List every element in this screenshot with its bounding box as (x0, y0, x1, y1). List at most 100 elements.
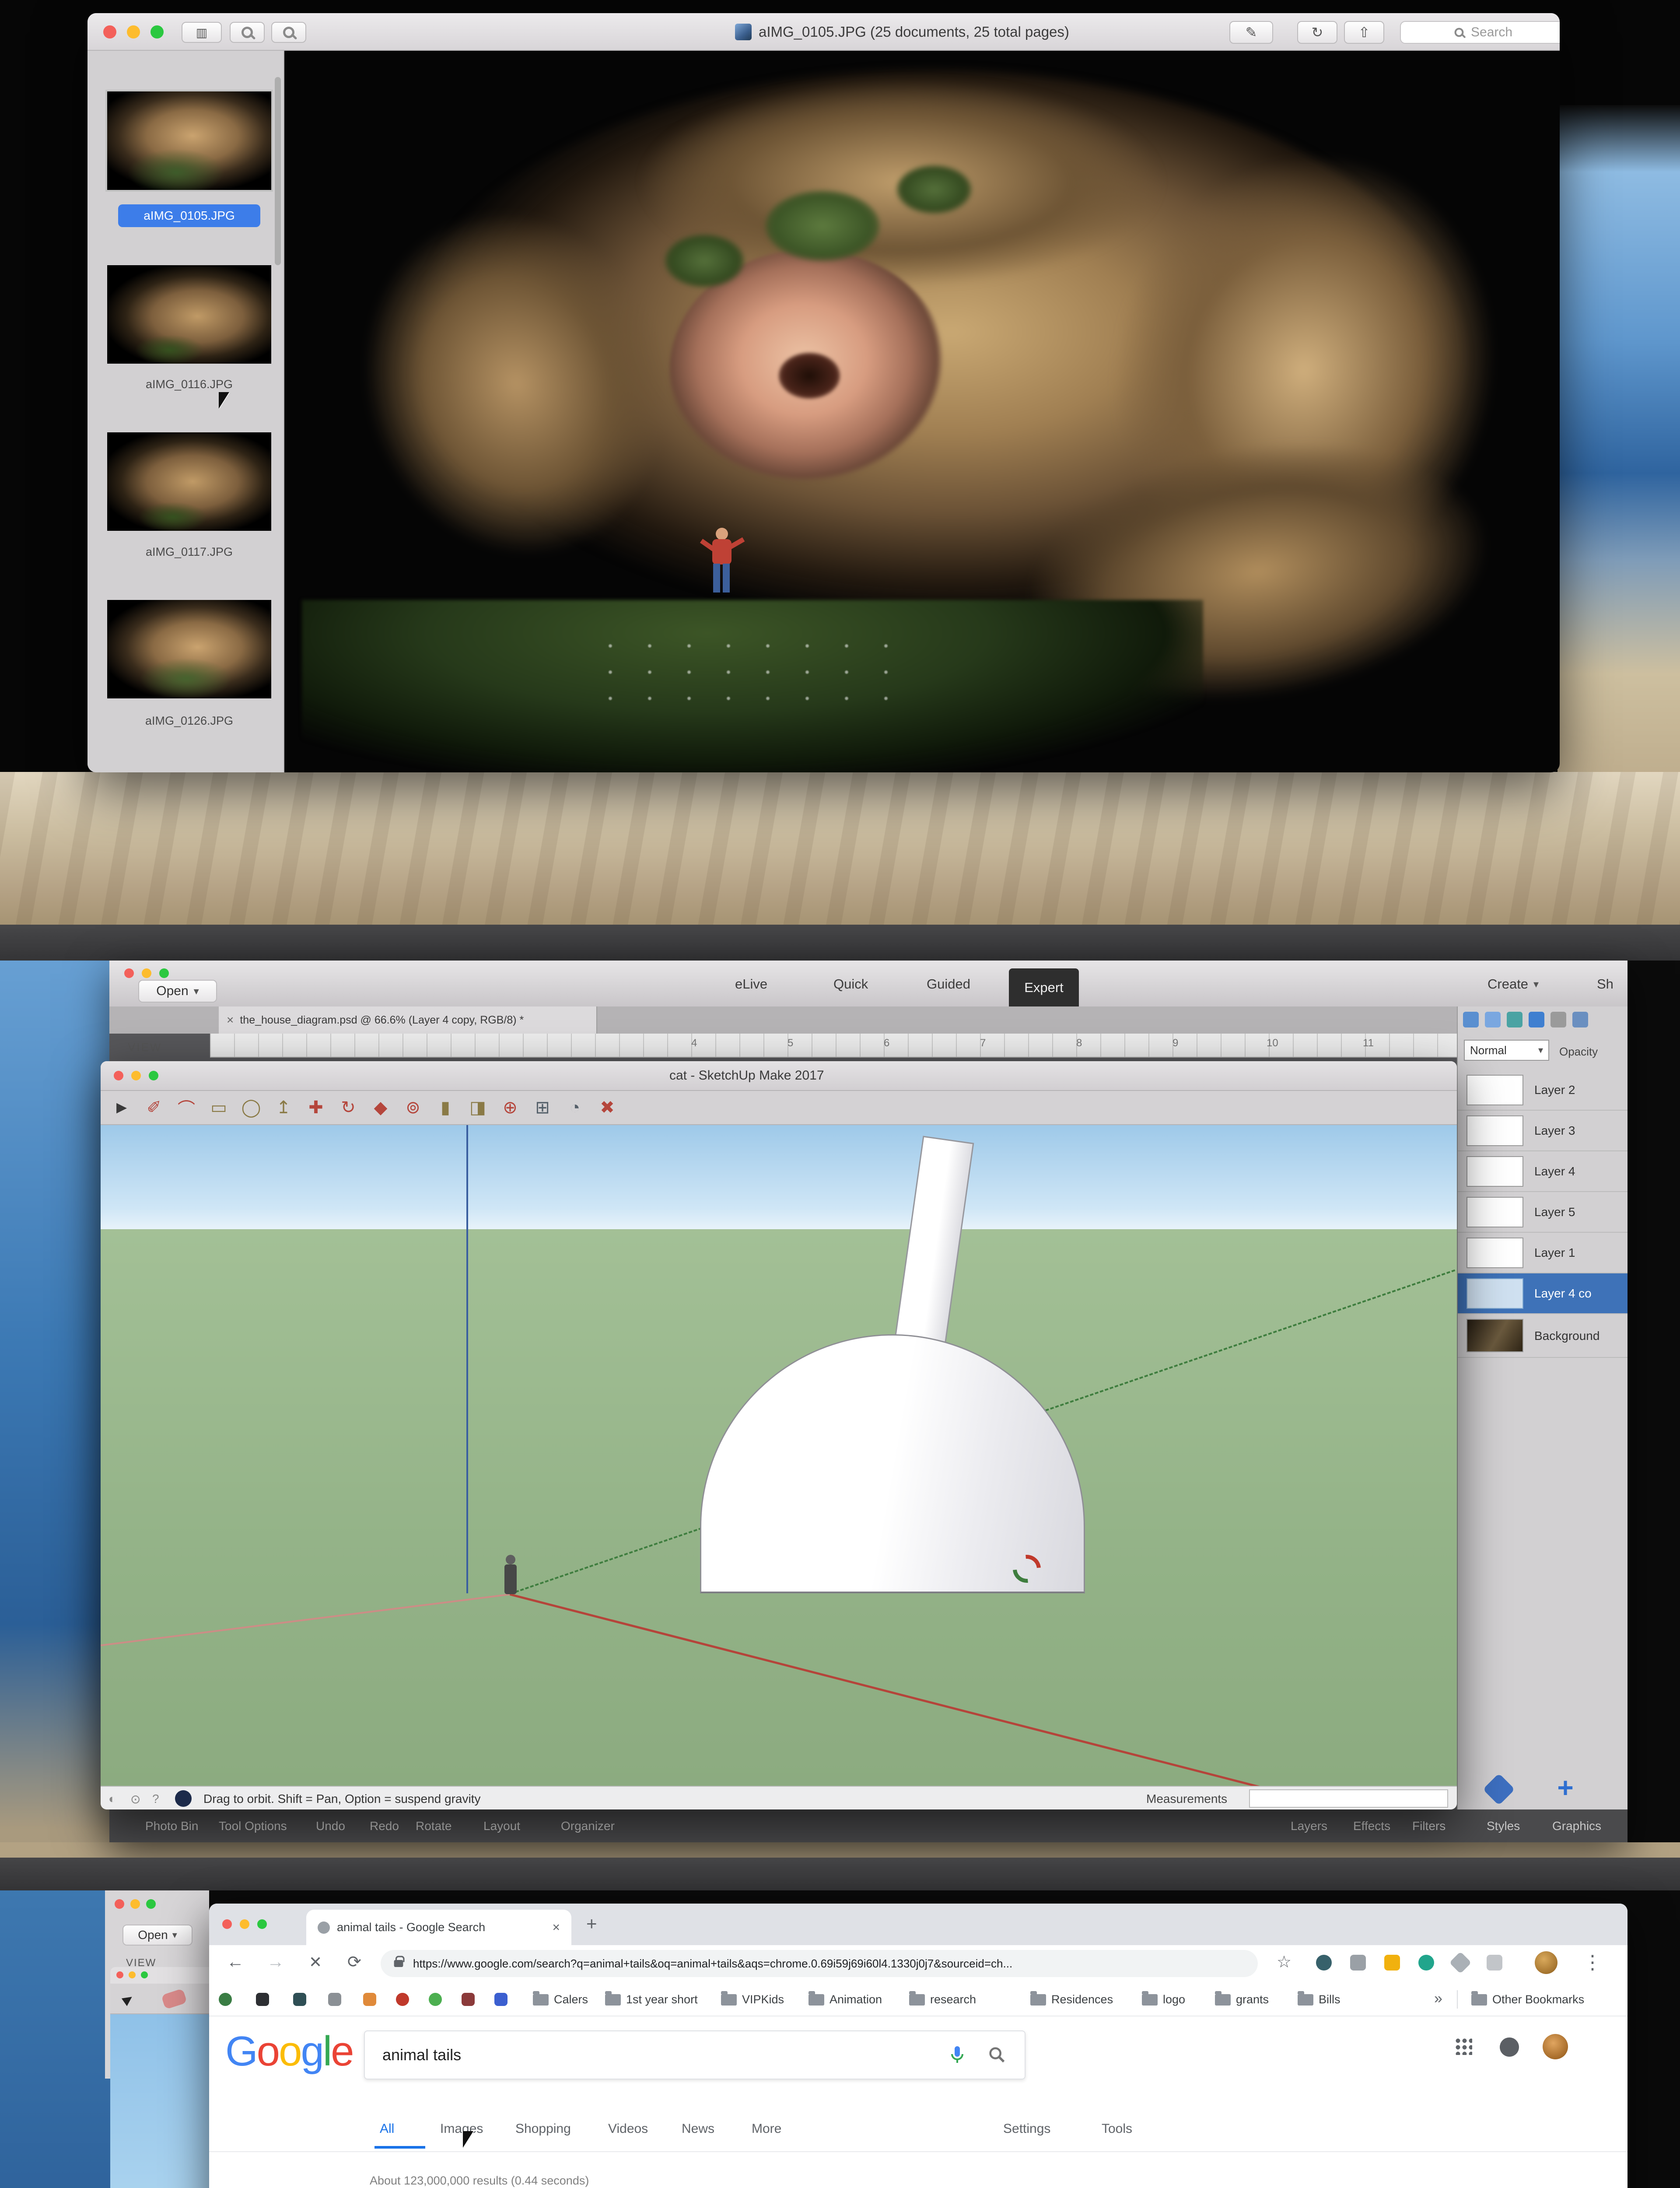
layers-list[interactable]: Layer 2 Layer 3 Layer 4 Layer 5 Layer 1 … (1458, 1070, 1628, 1420)
share-button-clipped[interactable]: Sh (1597, 976, 1614, 992)
layer-row[interactable]: Layer 4 (1458, 1151, 1628, 1192)
minimize-window-button[interactable] (127, 25, 140, 39)
titlebar[interactable] (110, 1967, 209, 1984)
close-window-button[interactable] (103, 25, 116, 39)
bookmark-favicon[interactable] (494, 1993, 508, 2006)
layer-thumbnail[interactable] (1466, 1238, 1523, 1268)
tab-close-icon[interactable]: × (552, 1920, 560, 1935)
tab-shopping[interactable]: Shopping (515, 2121, 571, 2136)
omnibox[interactable]: https://www.google.com/search?q=animal+t… (381, 1950, 1258, 1977)
layer-row[interactable]: Layer 2 (1458, 1070, 1628, 1111)
bookmark-favicon[interactable] (363, 1993, 376, 2006)
sidebar-scrollbar[interactable] (275, 77, 281, 265)
tab-quick[interactable]: Quick (833, 976, 868, 992)
close-window-button[interactable] (116, 1971, 123, 1978)
preview-window[interactable]: ▥ aIMG_0105.JPG (25 documents, 25 total … (88, 13, 1560, 772)
thumbnail-item[interactable] (107, 600, 271, 698)
bookmarks-bar[interactable]: Calers 1st year short VIPKids Animation … (209, 1982, 1628, 2016)
bookmark-folder-item[interactable]: Calers (533, 1993, 588, 2006)
zoom-window-button[interactable] (150, 25, 164, 39)
scale-tool-icon[interactable]: ◆ (368, 1094, 394, 1121)
undo-button[interactable]: Undo (316, 1819, 345, 1833)
bookmark-folder-item[interactable]: research (909, 1993, 976, 2006)
tab-elive[interactable]: eLive (735, 976, 767, 992)
push-pull-tool-icon[interactable]: ↥ (270, 1094, 297, 1121)
bookmark-favicon[interactable] (219, 1993, 232, 2006)
bookmark-favicon[interactable] (328, 1993, 341, 2006)
bookmark-folder-item[interactable]: grants (1215, 1993, 1269, 2006)
layers-panel-toolbar[interactable] (1463, 1012, 1588, 1027)
extension-icon[interactable] (1418, 1955, 1434, 1971)
menu-bar[interactable] (0, 925, 1680, 961)
bookmark-favicon[interactable] (256, 1993, 269, 2006)
extensions-row[interactable] (1316, 1955, 1502, 1971)
sidebar-toggle-button[interactable]: ▥ (182, 22, 222, 43)
zoom-window-button[interactable] (146, 1899, 156, 1909)
credits-icon[interactable]: ⊙ (130, 1792, 140, 1806)
preview-titlebar[interactable]: ▥ aIMG_0105.JPG (25 documents, 25 total … (88, 13, 1560, 51)
close-window-button[interactable] (115, 1899, 124, 1909)
mic-icon[interactable] (947, 2044, 968, 2065)
blend-mode-select[interactable]: Normal ▾ (1464, 1040, 1549, 1061)
google-search-box[interactable]: animal tails (364, 2030, 1026, 2079)
close-window-button[interactable] (114, 1071, 123, 1080)
share-button[interactable]: ⇧ (1344, 21, 1384, 44)
document-tab[interactable]: × the_house_diagram.psd @ 66.6% (Layer 4… (219, 1006, 597, 1034)
zoom-window-button[interactable] (159, 968, 169, 978)
effects-panel-button[interactable]: Effects (1353, 1819, 1390, 1833)
active-tab[interactable]: animal tails - Google Search × (306, 1910, 571, 1945)
pse-layers-panel[interactable]: Normal ▾ Opacity Layer 2 Layer 3 Layer 4… (1457, 1006, 1628, 1809)
tab-images[interactable]: Images (440, 2121, 483, 2136)
help-icon[interactable]: ? (152, 1792, 159, 1806)
line-tool-icon[interactable]: ✐ (141, 1094, 167, 1121)
select-tool-icon[interactable]: ► (116, 1987, 139, 2011)
zoom-window-button[interactable] (257, 1919, 267, 1929)
zoom-in-button[interactable] (271, 22, 306, 43)
sketchup-window[interactable]: cat - SketchUp Make 2017 ► ✐ ⌒ ▭ ◯ ↥ ✚ ↻… (101, 1061, 1457, 1809)
layer-mask-icon[interactable] (1485, 1012, 1501, 1027)
minimize-window-button[interactable] (142, 968, 151, 978)
tab-more[interactable]: More (752, 2121, 781, 2136)
tab-news[interactable]: News (682, 2121, 714, 2136)
open-button[interactable]: Open ▾ (122, 1925, 192, 1946)
minimize-window-button[interactable] (130, 1899, 140, 1909)
search-submit-icon[interactable] (987, 2045, 1007, 2065)
thumbnail-label[interactable]: aIMG_0116.JPG (118, 378, 260, 391)
back-button[interactable]: ← (227, 1952, 244, 1972)
zoom-out-button[interactable] (230, 22, 265, 43)
photo-bin-button[interactable]: Photo Bin (145, 1819, 198, 1833)
chrome-menu-icon[interactable]: ⋮ (1583, 1951, 1602, 1974)
tape-measure-tool-icon[interactable]: ▮ (432, 1094, 458, 1121)
minimize-window-button[interactable] (131, 1071, 141, 1080)
layer-thumbnail[interactable] (1466, 1197, 1523, 1227)
close-window-button[interactable] (124, 968, 134, 978)
extension-icon[interactable] (1316, 1955, 1332, 1971)
google-logo[interactable]: Google (225, 2027, 353, 2076)
layer-row[interactable]: Layer 1 (1458, 1233, 1628, 1273)
open-button[interactable]: Open ▾ (138, 980, 217, 1003)
bookmark-favicon[interactable] (429, 1993, 442, 2006)
rotate-button[interactable]: ↻ (1297, 21, 1337, 44)
chrome-tabstrip[interactable]: animal tails - Google Search × + (209, 1904, 1628, 1945)
notifications-icon[interactable] (1500, 2037, 1519, 2057)
layer-row-background[interactable]: Background (1458, 1314, 1628, 1358)
sketchup-window-fragment[interactable]: ► (110, 1967, 209, 2188)
layout-button[interactable]: Layout (483, 1819, 520, 1833)
organizer-button[interactable]: Organizer (561, 1819, 615, 1833)
extension-icon[interactable] (1350, 1955, 1366, 1971)
bookmark-folder-item[interactable]: Animation (808, 1993, 882, 2006)
tools-menu[interactable]: Tools (1102, 2121, 1132, 2136)
layer-style-icon[interactable] (1529, 1012, 1544, 1027)
layer-row-selected[interactable]: Layer 4 co (1458, 1273, 1628, 1314)
markup-button[interactable]: ✎ (1229, 21, 1273, 44)
zoom-window-button[interactable] (141, 1971, 148, 1978)
select-tool-icon[interactable]: ► (108, 1094, 135, 1121)
adjustment-layer-icon[interactable] (1507, 1012, 1522, 1027)
bookmark-favicon[interactable] (396, 1993, 409, 2006)
geolocation-icon[interactable]: ◐ (108, 1792, 116, 1806)
thumbnail-item[interactable] (107, 432, 271, 531)
preview-image-stage[interactable] (284, 51, 1560, 772)
thumbnail-item[interactable] (107, 265, 271, 364)
chrome-window[interactable]: animal tails - Google Search × + ← → ✕ ⟳… (209, 1904, 1628, 2188)
minimize-window-button[interactable] (240, 1919, 249, 1929)
